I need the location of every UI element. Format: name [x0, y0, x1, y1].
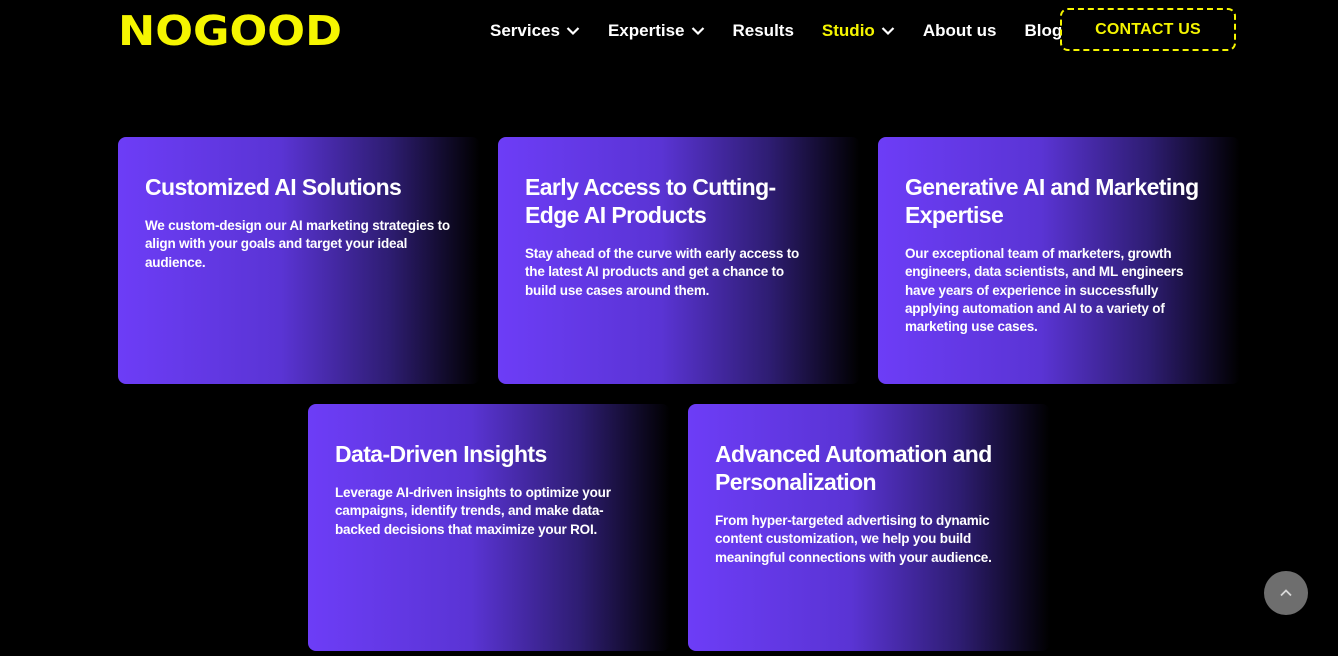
feature-card-generative-ai: Generative AI and Marketing Expertise Ou…	[878, 137, 1240, 384]
site-header: NOGOOD Services Expertise Results Studio…	[0, 0, 1338, 62]
scroll-to-top-button[interactable]	[1264, 571, 1308, 615]
nav-item-blog[interactable]: Blog	[1024, 21, 1062, 41]
card-description: Stay ahead of the curve with early acces…	[525, 246, 800, 298]
card-title: Advanced Automation and Personalization	[715, 441, 992, 495]
feature-card-early-access: Early Access to Cutting-Edge AI Products…	[498, 137, 860, 384]
contact-us-button[interactable]: CONTACT US	[1060, 8, 1236, 51]
card-title: Generative AI and Marketing Expertise	[905, 174, 1199, 228]
card-description: We custom-design our AI marketing strate…	[145, 218, 450, 270]
nav-label: Expertise	[607, 21, 685, 40]
nav-item-results[interactable]: Results	[733, 21, 794, 41]
nav-label: Blog	[1024, 21, 1063, 40]
nav-label: Results	[732, 21, 794, 40]
feature-card-customized-ai: Customized AI Solutions We custom-design…	[118, 137, 480, 384]
nav-item-expertise[interactable]: Expertise	[608, 21, 705, 41]
card-description: From hyper-targeted advertising to dynam…	[715, 513, 992, 565]
card-description: Our exceptional team of marketers, growt…	[905, 246, 1184, 335]
chevron-down-icon	[881, 27, 895, 36]
nav-item-services[interactable]: Services	[490, 21, 580, 41]
nav-label: About us	[922, 21, 997, 40]
card-title: Customized AI Solutions	[145, 174, 402, 200]
svg-text:NOGOOD: NOGOOD	[118, 12, 342, 48]
page: NOGOOD Services Expertise Results Studio…	[0, 0, 1338, 656]
nav-item-studio[interactable]: Studio	[822, 21, 895, 41]
card-title: Early Access to Cutting-Edge AI Products	[525, 174, 776, 228]
feature-card-data-driven: Data-Driven Insights Leverage AI-driven …	[308, 404, 670, 651]
card-title: Data-Driven Insights	[335, 441, 547, 467]
nav-label: Studio	[821, 21, 875, 40]
nav-item-about-us[interactable]: About us	[923, 21, 997, 41]
main-nav: Services Expertise Results Studio About …	[490, 0, 1090, 62]
nogood-logo[interactable]: NOGOOD	[118, 7, 344, 55]
logo-wordmark: NOGOOD	[118, 7, 342, 55]
chevron-up-icon	[1280, 589, 1292, 597]
card-description: Leverage AI-driven insights to optimize …	[335, 485, 611, 537]
chevron-down-icon	[566, 27, 580, 36]
chevron-down-icon	[691, 27, 704, 36]
nav-label: Services	[490, 21, 560, 40]
feature-card-automation: Advanced Automation and Personalization …	[688, 404, 1050, 651]
